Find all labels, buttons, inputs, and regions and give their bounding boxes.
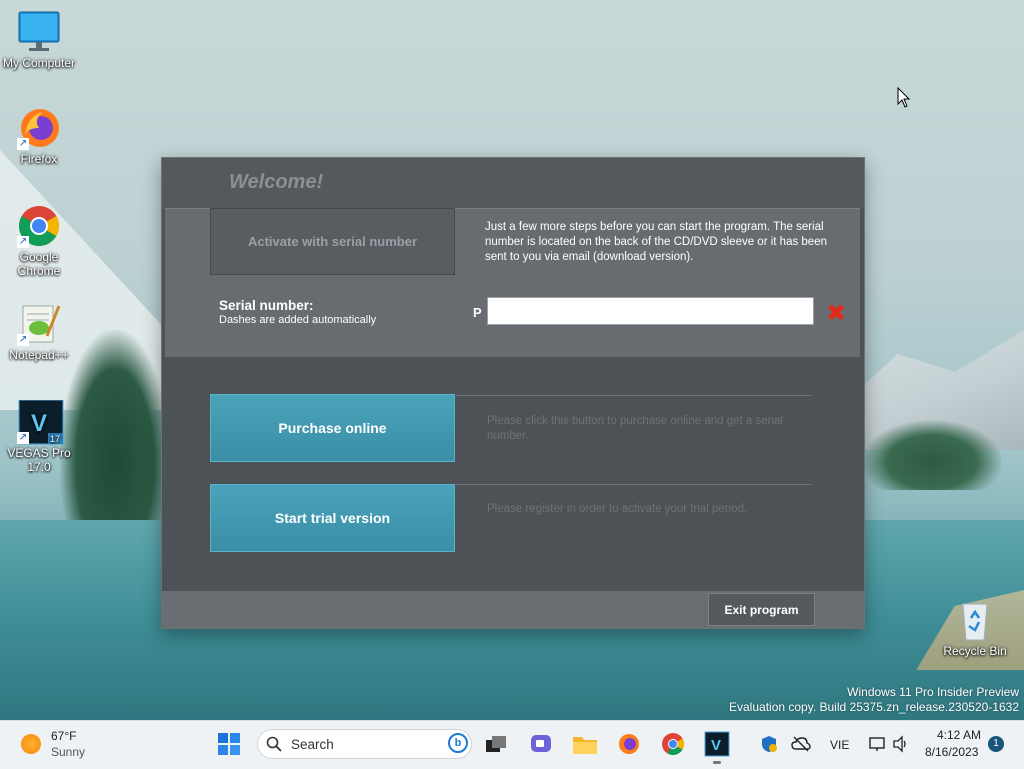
- desktop-icon-notepadpp[interactable]: ↗ Notepad++: [1, 302, 77, 362]
- start-button[interactable]: [213, 728, 245, 760]
- desktop-icon-firefox[interactable]: ↗ Firefox: [1, 106, 77, 166]
- watermark-line2: Evaluation copy. Build 25375.zn_release.…: [729, 700, 1019, 714]
- desktop-icon-vegas-pro[interactable]: V 17 ↗ VEGAS Pro 17.0: [1, 399, 77, 474]
- active-app-indicator: [713, 761, 721, 764]
- serial-number-hint: Dashes are added automatically: [219, 314, 377, 326]
- serial-prefix: P: [473, 305, 482, 320]
- teams-chat-icon: [531, 735, 551, 752]
- serial-number-label: Serial number:: [219, 298, 314, 313]
- shortcut-arrow-icon: ↗: [17, 432, 29, 444]
- firefox-icon: ↗: [17, 106, 61, 150]
- purchase-online-button[interactable]: Purchase online: [210, 394, 455, 462]
- cloud-offline-icon[interactable]: [791, 736, 811, 752]
- notification-badge[interactable]: 1: [988, 736, 1004, 752]
- windows-logo-icon: [218, 733, 240, 755]
- desktop-icon-recycle-bin[interactable]: Recycle Bin: [937, 598, 1013, 658]
- bing-icon[interactable]: b: [448, 733, 468, 753]
- watermark-line1: Windows 11 Pro Insider Preview: [847, 685, 1019, 699]
- taskbar-chrome-button[interactable]: [657, 728, 689, 760]
- dialog-title: Welcome!: [229, 171, 324, 193]
- network-icon[interactable]: [868, 735, 886, 753]
- clock-date[interactable]: 8/16/2023: [925, 745, 978, 759]
- taskbar-firefox-button[interactable]: [613, 728, 645, 760]
- search-icon: [266, 736, 282, 752]
- clock-time[interactable]: 4:12 AM: [937, 728, 981, 742]
- file-explorer-button[interactable]: [569, 728, 601, 760]
- teams-button[interactable]: [525, 728, 557, 760]
- mouse-cursor-icon: [897, 87, 911, 108]
- desktop-icon-label: Firefox: [20, 152, 58, 166]
- security-shield-icon[interactable]: [760, 735, 778, 753]
- windows-watermark: Windows 11 Pro Insider Preview Evaluatio…: [729, 685, 1019, 715]
- divider: [456, 395, 812, 396]
- purchase-description: Please click this button to purchase onl…: [487, 415, 783, 442]
- dialog-header: Welcome!: [162, 158, 864, 208]
- vegas-pro-icon: V 17 ↗: [17, 399, 64, 445]
- activate-serial-button[interactable]: Activate with serial number: [210, 208, 455, 275]
- taskbar-search[interactable]: [257, 729, 472, 759]
- weather-temperature[interactable]: 67°F: [51, 729, 76, 743]
- wallpaper-trees-right: [862, 420, 1002, 490]
- desktop-icon-chrome[interactable]: ↗ Google Chrome: [1, 204, 77, 278]
- chrome-icon: [662, 733, 684, 755]
- activation-info-text: Just a few more steps before you can sta…: [485, 221, 827, 263]
- desktop-icon-label: Notepad++: [9, 348, 69, 362]
- svg-text:17: 17: [50, 434, 60, 444]
- desktop-icon-label: Recycle Bin: [943, 644, 1007, 658]
- desktop-icon-label: Google Chrome: [17, 250, 61, 278]
- volume-icon[interactable]: [892, 735, 910, 753]
- monitor-icon: [17, 10, 61, 54]
- divider: [456, 484, 812, 485]
- shortcut-arrow-icon: ↗: [17, 334, 29, 346]
- chrome-icon: ↗: [17, 204, 61, 248]
- desktop-icon-label: VEGAS Pro 17.0: [7, 446, 71, 474]
- firefox-icon: [619, 734, 639, 754]
- desktop-icon-label: My Computer: [2, 56, 76, 70]
- shortcut-arrow-icon: ↗: [17, 236, 29, 248]
- exit-program-button[interactable]: Exit program: [708, 593, 815, 626]
- start-trial-button[interactable]: Start trial version: [210, 484, 455, 552]
- svg-text:V: V: [31, 410, 47, 437]
- shortcut-arrow-icon: ↗: [17, 138, 29, 150]
- task-view-button[interactable]: [480, 728, 512, 760]
- search-placeholder[interactable]: Search: [291, 737, 334, 752]
- vegas-pro-icon: V: [704, 731, 730, 757]
- recycle-bin-icon: [953, 598, 997, 642]
- trial-description: Please register in order to activate you…: [487, 503, 748, 515]
- task-view-icon: [486, 736, 506, 752]
- sun-weather-icon[interactable]: [21, 734, 41, 754]
- serial-number-input[interactable]: [487, 297, 814, 325]
- notepadpp-icon: ↗: [17, 302, 61, 346]
- svg-text:V: V: [711, 737, 721, 754]
- clear-serial-icon[interactable]: ✖: [825, 302, 847, 326]
- folder-icon: [573, 737, 597, 754]
- taskbar-vegas-button[interactable]: V: [701, 728, 733, 760]
- weather-condition[interactable]: Sunny: [51, 745, 85, 759]
- desktop-icon-my-computer[interactable]: My Computer: [1, 10, 77, 70]
- language-indicator[interactable]: VIE: [830, 738, 849, 752]
- activation-dialog: Welcome! Activate with serial number Jus…: [161, 157, 865, 629]
